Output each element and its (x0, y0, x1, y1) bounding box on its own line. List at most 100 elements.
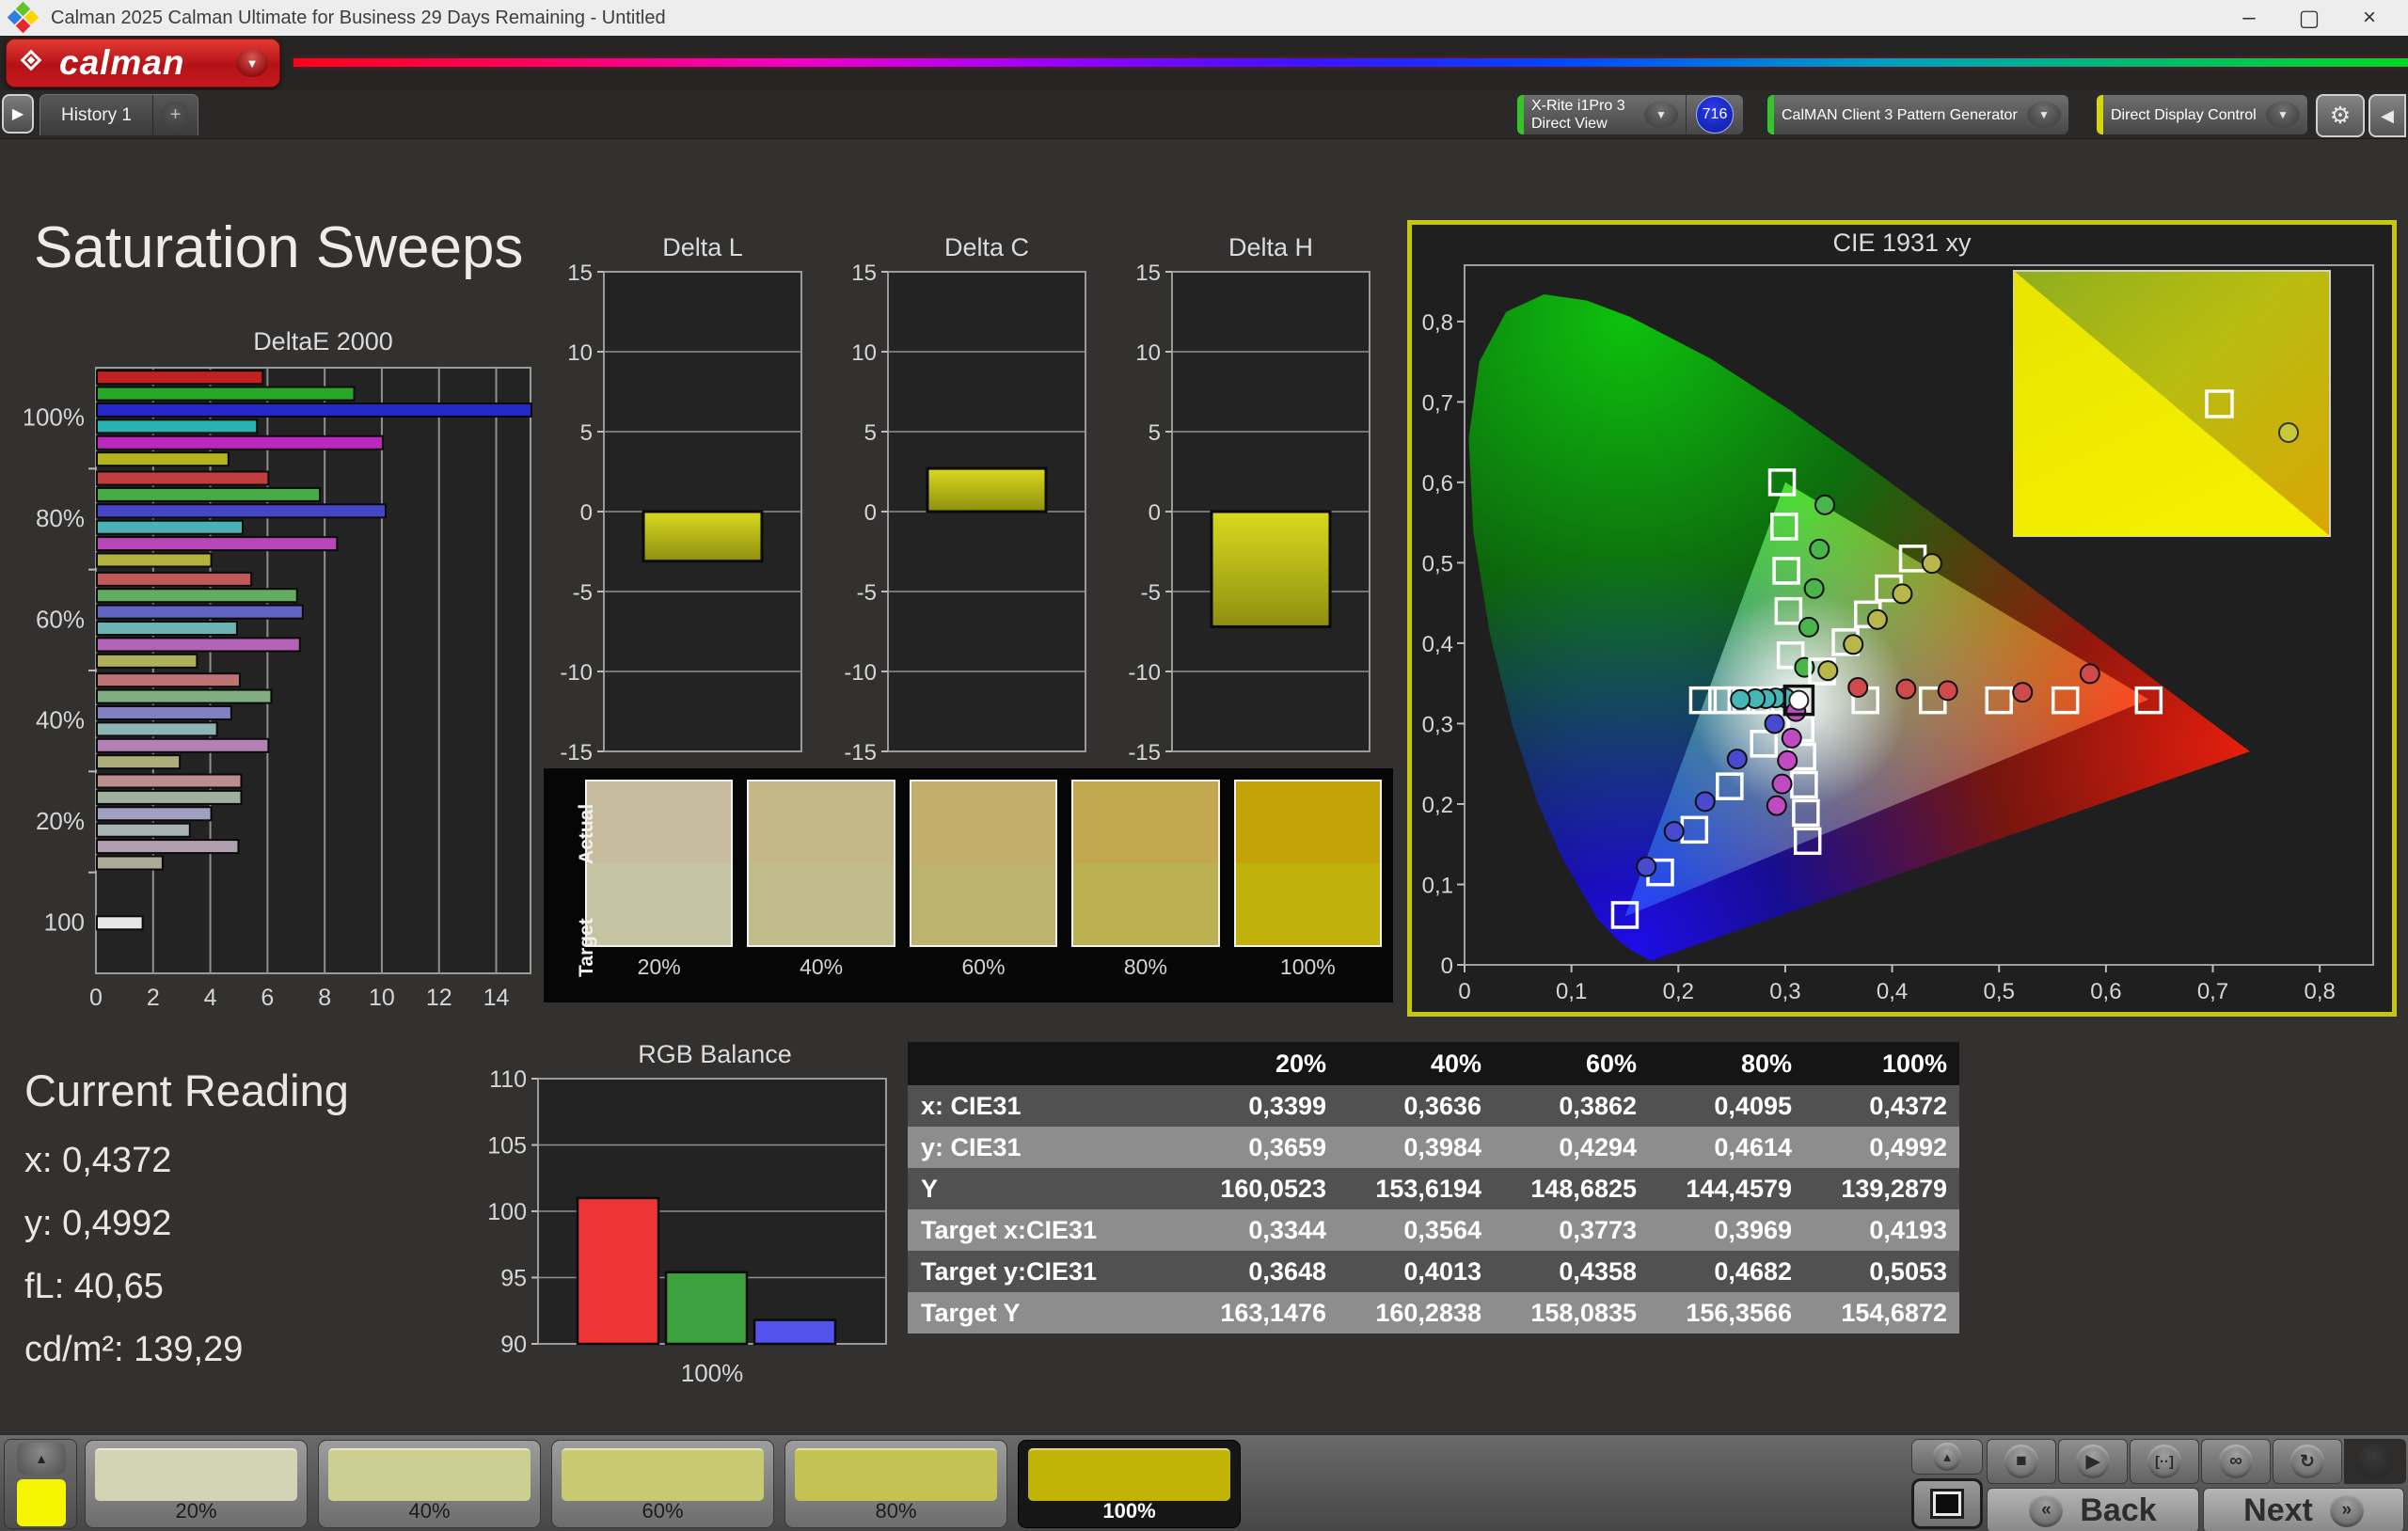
tab-history-1[interactable]: History 1 + (40, 94, 198, 135)
chevron-down-icon[interactable]: ▼ (1644, 102, 1678, 128)
column-header: 20% (1275, 1049, 1326, 1078)
svg-text:0: 0 (89, 985, 103, 1011)
play-button[interactable]: ▶ (2058, 1439, 2128, 1484)
svg-text:0,2: 0,2 (1663, 979, 1694, 1004)
yellow-measured-point (1817, 660, 1839, 682)
back-button[interactable]: « Back (1987, 1488, 2199, 1531)
titlebar: Calman 2025 Calman Ultimate for Business… (0, 0, 2408, 36)
table-row: x: CIE31 0,3399 0,3636 0,3862 0,4095 0,4372 (908, 1085, 1959, 1127)
svg-text:95: 95 (500, 1266, 527, 1292)
play-icon: ▶ (2076, 1444, 2110, 1478)
meter-count-badge[interactable]: 716 (1696, 96, 1734, 134)
collapse-panel-button[interactable]: ◀ (2368, 94, 2406, 137)
svg-text:0,4: 0,4 (1422, 632, 1453, 657)
delta-h-svg: 151050-5-10-15100% (1128, 260, 1370, 795)
swatch-column-80%: 80% (1071, 780, 1220, 1002)
target-swatch (1235, 863, 1381, 945)
settings-button[interactable]: ⚙ (2316, 94, 2365, 137)
display-window-button[interactable] (1911, 1478, 1983, 1529)
current-pattern-swatch[interactable] (17, 1479, 66, 1526)
svg-text:14: 14 (483, 985, 510, 1011)
stop-button[interactable]: ■ (1987, 1439, 2056, 1484)
delta-c-chart: Delta C 151050-5-10-15100% (837, 233, 1093, 820)
table-cell: 0,5053 (1869, 1256, 1947, 1286)
pattern-swatch-20%[interactable]: 20% (85, 1440, 308, 1528)
table-row: Target Y 163,1476 160,2838 158,0835 156,3566… (908, 1292, 1959, 1334)
blue-measured-point (1726, 749, 1748, 770)
table-row: Y 160,0523 153,6194 148,6825 144,4579 139,287… (908, 1168, 1959, 1209)
current-reading-title: Current Reading (24, 1065, 349, 1115)
refresh-button[interactable]: ↻ (2273, 1439, 2342, 1484)
add-tab-button[interactable]: + (151, 95, 198, 135)
table-cell: 0,4013 (1403, 1256, 1481, 1286)
pattern-swatch-80%[interactable]: 80% (784, 1440, 1007, 1528)
row-label: Y (921, 1174, 939, 1203)
table-cell: 0,3564 (1403, 1215, 1481, 1244)
svg-text:0: 0 (864, 500, 877, 526)
frame-button[interactable]: [··] (2130, 1439, 2199, 1484)
loop-button[interactable]: ∞ (2201, 1439, 2271, 1484)
table-cell: 0,4372 (1869, 1091, 1947, 1120)
green-measured-point (1809, 538, 1830, 560)
chevrons-right-icon: » (2329, 1493, 2364, 1527)
actual-swatch (587, 781, 732, 863)
pattern-generator-dropdown[interactable]: CalMAN Client 3 Pattern Generator ▼ (1766, 94, 2069, 135)
frame-icon: [··] (2147, 1444, 2181, 1478)
chevron-down-icon[interactable]: ▼ (2027, 102, 2061, 128)
red-measured-point (2079, 663, 2100, 685)
display-square-icon (1930, 1489, 1964, 1519)
calman-app-icon (7, 1, 40, 34)
blue-measured-point (1663, 821, 1685, 843)
maximize-button[interactable]: ▢ (2295, 5, 2323, 32)
next-button[interactable]: Next » (2203, 1488, 2404, 1531)
table-cell: 144,4579 (1686, 1174, 1792, 1203)
pattern-swatch-40%[interactable]: 40% (318, 1440, 541, 1528)
svg-text:12: 12 (426, 985, 452, 1011)
svg-text:0,7: 0,7 (1422, 390, 1453, 416)
svg-text:40%: 40% (36, 706, 85, 734)
pattern-chip (328, 1448, 531, 1501)
table-cell: 148,6825 (1530, 1174, 1637, 1203)
rgb-balance-chart: RGB Balance 110 105 100 95 90 100% (461, 1040, 903, 1405)
magenta-measured-point (1781, 727, 1802, 749)
meter-dropdown[interactable]: X-Rite i1Pro 3 Direct View ▼ 716 (1516, 94, 1744, 135)
calman-menu-button[interactable]: calman ▼ (6, 39, 280, 87)
tab-scroll-button[interactable]: ▶ (2, 94, 34, 134)
transport-end-cap (2344, 1439, 2406, 1484)
svg-text:0,7: 0,7 (2197, 979, 2228, 1004)
display-control-dropdown[interactable]: Direct Display Control ▼ (2096, 94, 2308, 135)
reading-x: x: 0,4372 (24, 1141, 172, 1180)
expand-up-button[interactable]: ▲ (17, 1443, 66, 1475)
cie-1931-svg: 0 0,1 0,2 0,3 0,4 0,5 0,6 0,7 0,8 0 0,1 0,2 0,3 0,4 0,… (1422, 264, 2374, 1004)
minimize-button[interactable]: – (2235, 5, 2263, 32)
pattern-swatch-60%[interactable]: 60% (551, 1440, 774, 1528)
delta-h-chart: Delta H 151050-5-10-15100% (1121, 233, 1377, 820)
transport-up-button[interactable]: ▲ (1911, 1439, 1983, 1475)
pattern-chip (95, 1448, 297, 1501)
svg-text:0,2: 0,2 (1422, 793, 1453, 818)
actual-swatch (911, 781, 1056, 863)
pattern-swatch-100%[interactable]: 100% (1018, 1440, 1241, 1528)
current-reading: Current Reading x: 0,4372 y: 0,4992 fL: … (24, 1065, 349, 1393)
delta-l-chart: Delta L 151050-5-10-15100% (553, 233, 809, 820)
yellow-measured-point (1892, 583, 1913, 605)
chevron-down-icon[interactable]: ▼ (236, 49, 268, 77)
table-cell: 0,3984 (1403, 1132, 1481, 1161)
pattern-chip (1028, 1448, 1230, 1501)
svg-text:0: 0 (1458, 979, 1470, 1004)
meter-name: X-Rite i1Pro 3 (1531, 98, 1625, 114)
svg-text:8: 8 (318, 985, 331, 1011)
svg-text:5: 5 (580, 420, 593, 446)
blue-measured-point (1636, 856, 1657, 877)
red-measured-point (1895, 678, 1917, 700)
chevron-down-icon[interactable]: ▼ (2266, 102, 2300, 128)
window-title: Calman 2025 Calman Ultimate for Business… (51, 7, 666, 28)
svg-text:100: 100 (487, 1199, 527, 1225)
transport-mini-panel: ▲ (1911, 1439, 1983, 1529)
yellow-measured-point (1921, 553, 1942, 575)
close-button[interactable]: × (2355, 5, 2384, 32)
display-status-stripe (2097, 95, 2103, 134)
magenta-measured-point (1766, 795, 1787, 816)
svg-text:60%: 60% (36, 605, 85, 633)
actual-row-label: Actual (576, 803, 597, 864)
